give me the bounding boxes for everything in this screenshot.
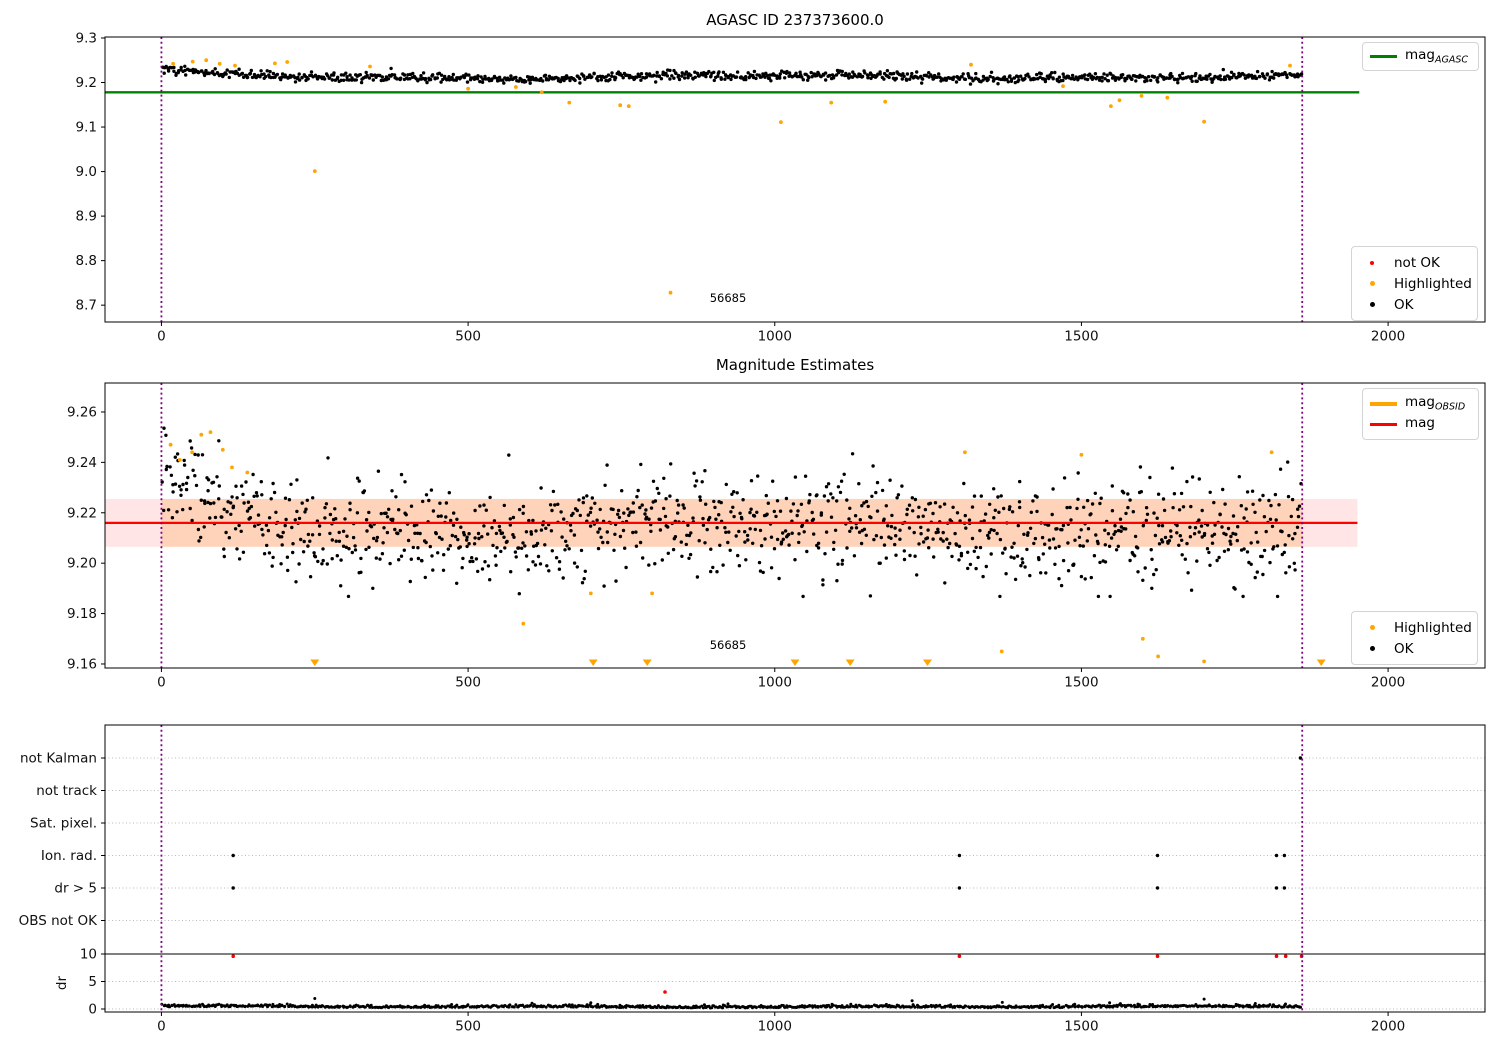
green-line-swatch xyxy=(1368,55,1398,58)
panel2-legend-lines: magOBSID mag xyxy=(1362,388,1479,440)
svg-text:8.7: 8.7 xyxy=(76,298,97,314)
panel2-title: Magnitude Estimates xyxy=(715,356,875,374)
red-dot-swatch xyxy=(1357,260,1387,265)
svg-text:10: 10 xyxy=(80,947,97,963)
low-clip-triangle xyxy=(588,659,598,666)
legend-row-mag: mag xyxy=(1368,414,1473,435)
low-clip-triangle xyxy=(310,659,320,666)
panel2-x-axis: 0 500 1000 1500 2000 xyxy=(157,668,1405,691)
legend-row-highlighted: Highlighted xyxy=(1357,617,1472,638)
svg-text:9.20: 9.20 xyxy=(67,556,97,572)
mag-stats-figure: 0 500 1000 1500 2000 8.7 8.8 8.9 9.0 9.1 9.2 9.3 0 50… xyxy=(0,0,1500,1050)
svg-text:500: 500 xyxy=(455,1019,481,1035)
panel2-obsid-label: 56685 xyxy=(709,638,747,652)
svg-text:Ion. rad.: Ion. rad. xyxy=(41,848,97,864)
legend-row-mag-agasc: magAGASC xyxy=(1368,46,1473,67)
chart-canvas: 0 500 1000 1500 20008.78.88.99.09.19.29.30 50… xyxy=(19,30,1486,1035)
panel3-dr-points-layer xyxy=(160,997,1302,1010)
panel3-x-axis: 0 500 1000 1500 2000 xyxy=(157,1012,1405,1035)
panel1-x-axis: 0 500 1000 1500 2000 xyxy=(157,322,1405,345)
panel1-highlighted-points-layer xyxy=(171,58,1292,295)
svg-text:1500: 1500 xyxy=(1064,675,1098,691)
svg-text:1500: 1500 xyxy=(1064,1019,1098,1035)
red-line-swatch xyxy=(1368,423,1398,426)
svg-text:Sat. pixel.: Sat. pixel. xyxy=(30,816,97,832)
svg-text:500: 500 xyxy=(455,675,481,691)
svg-text:dr > 5: dr > 5 xyxy=(54,881,97,897)
svg-text:not track: not track xyxy=(36,783,97,799)
panel1-legend-mag-agasc: magAGASC xyxy=(1362,42,1479,71)
svg-text:9.3: 9.3 xyxy=(76,30,97,46)
orange-dot-swatch xyxy=(1357,625,1387,630)
svg-text:0: 0 xyxy=(88,1002,97,1018)
svg-text:2000: 2000 xyxy=(1371,1019,1405,1035)
svg-text:1000: 1000 xyxy=(758,1019,792,1035)
panel1-legend-markers: not OK Highlighted OK xyxy=(1351,246,1478,321)
legend-row-ok: OK xyxy=(1357,638,1472,659)
svg-text:9.16: 9.16 xyxy=(67,656,97,672)
black-dot-swatch xyxy=(1357,302,1387,307)
svg-text:9.1: 9.1 xyxy=(76,120,97,136)
svg-text:1500: 1500 xyxy=(1064,329,1098,345)
svg-text:9.2: 9.2 xyxy=(76,75,97,91)
panel1-frame xyxy=(104,36,1486,323)
svg-text:0: 0 xyxy=(157,675,166,691)
panel2-legend-markers: Highlighted OK xyxy=(1351,611,1478,665)
svg-text:8.8: 8.8 xyxy=(76,253,97,269)
svg-text:5: 5 xyxy=(88,974,97,990)
panel1-ok-points-layer xyxy=(161,64,1304,86)
panel2-highlighted-points-layer xyxy=(168,430,1326,666)
orange-line-swatch xyxy=(1368,401,1398,406)
panel3-y-axis: not Kalman not track Sat. pixel. Ion. rad. d… xyxy=(19,751,105,1018)
svg-text:500: 500 xyxy=(455,329,481,345)
black-dot-swatch xyxy=(1357,646,1387,651)
svg-text:2000: 2000 xyxy=(1371,675,1405,691)
low-clip-triangle xyxy=(1316,659,1326,666)
low-clip-triangle xyxy=(922,659,932,666)
svg-text:2000: 2000 xyxy=(1371,329,1405,345)
svg-text:0: 0 xyxy=(157,329,166,345)
panel3-not-ok-points-layer xyxy=(231,954,1304,994)
svg-text:9.0: 9.0 xyxy=(76,164,97,180)
svg-text:9.24: 9.24 xyxy=(67,455,97,471)
svg-text:9.26: 9.26 xyxy=(67,404,97,420)
panel3-frame xyxy=(104,724,1486,1013)
orange-dot-swatch xyxy=(1357,281,1387,286)
svg-text:1000: 1000 xyxy=(758,675,792,691)
panel1-obsid-label: 56685 xyxy=(709,291,747,305)
svg-text:9.18: 9.18 xyxy=(67,606,97,622)
legend-row-not-ok: not OK xyxy=(1357,252,1472,273)
svg-text:9.22: 9.22 xyxy=(67,505,97,521)
low-clip-triangle xyxy=(642,659,652,666)
low-clip-triangle xyxy=(790,659,800,666)
svg-text:not Kalman: not Kalman xyxy=(20,751,97,767)
panel3-obsid-vlines xyxy=(160,725,1304,1012)
panel1-y-axis: 8.7 8.8 8.9 9.0 9.1 9.2 9.3 xyxy=(76,30,105,314)
svg-text:OBS not OK: OBS not OK xyxy=(19,913,99,929)
legend-label-mag-agasc: magAGASC xyxy=(1405,47,1469,66)
legend-label-mag: mag xyxy=(1405,415,1435,432)
panel1-title: AGASC ID 237373600.0 xyxy=(706,11,884,29)
panel3-dr-ylabel: dr xyxy=(54,975,70,990)
panel2-y-axis: 9.16 9.18 9.20 9.22 9.24 9.26 xyxy=(67,404,105,672)
low-clip-triangle xyxy=(845,659,855,666)
panel3-gridlines xyxy=(105,757,1485,1010)
legend-row-mag-obsid: magOBSID xyxy=(1368,393,1473,414)
legend-row-ok: OK xyxy=(1357,294,1472,315)
svg-text:0: 0 xyxy=(157,1019,166,1035)
legend-row-highlighted: Highlighted xyxy=(1357,273,1472,294)
legend-label-mag-obsid: magOBSID xyxy=(1405,394,1466,413)
svg-text:8.9: 8.9 xyxy=(76,209,97,225)
svg-text:1000: 1000 xyxy=(758,329,792,345)
